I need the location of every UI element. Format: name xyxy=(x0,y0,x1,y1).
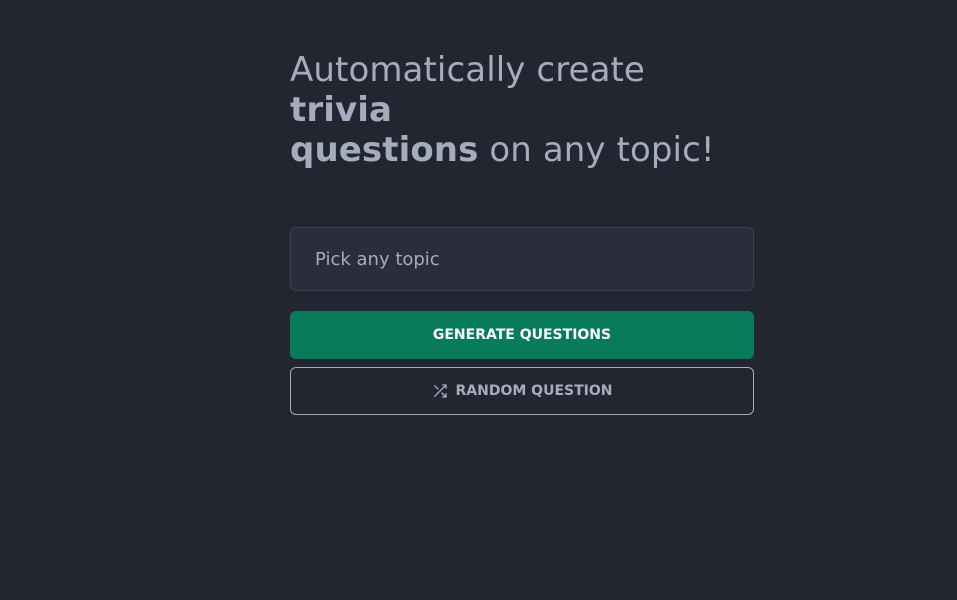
headline-text-start: Automatically create xyxy=(290,50,645,90)
headline-bold-questions: questions xyxy=(290,130,479,170)
random-question-label: RANDOM QUESTION xyxy=(455,383,613,399)
headline-text-end: on any topic! xyxy=(478,130,715,170)
generate-questions-button[interactable]: GENERATE QUESTIONS xyxy=(290,311,754,359)
generate-questions-label: GENERATE QUESTIONS xyxy=(432,327,612,343)
shuffle-icon xyxy=(432,383,448,399)
random-question-button[interactable]: RANDOM QUESTION xyxy=(290,367,754,415)
headline-bold-trivia: trivia xyxy=(290,90,393,130)
main-content: Automatically create trivia questions on … xyxy=(290,50,754,415)
page-headline: Automatically create trivia questions on … xyxy=(290,50,754,170)
topic-input[interactable] xyxy=(290,227,754,291)
